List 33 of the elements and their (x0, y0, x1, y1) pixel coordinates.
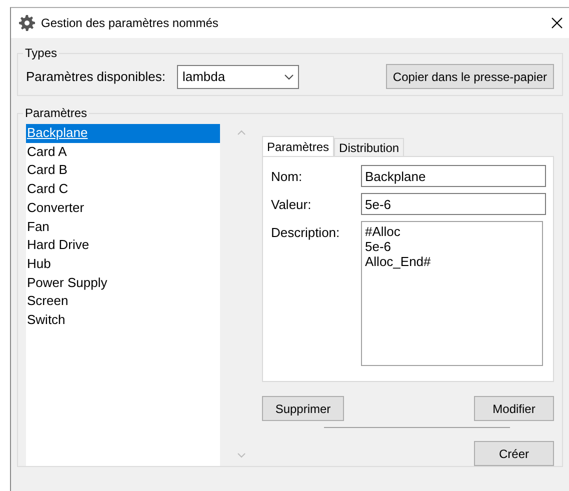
group-title: Types (24, 46, 58, 60)
modify-button[interactable]: Modifier (474, 396, 554, 422)
gear-icon (19, 15, 35, 31)
list-item[interactable]: Power Supply (26, 274, 220, 292)
group-title: Paramètres (24, 106, 88, 120)
list-item[interactable]: Fan (26, 218, 220, 236)
list-item[interactable]: Card B (26, 161, 220, 180)
chevron-icon (284, 74, 294, 80)
scroll-down-icon[interactable] (236, 453, 246, 458)
list-item[interactable]: Screen (26, 292, 220, 312)
close-icon[interactable] (551, 17, 563, 29)
delete-button[interactable]: Supprimer (262, 396, 344, 422)
list-item[interactable]: Card C (26, 180, 220, 199)
list-item[interactable]: Converter (26, 198, 220, 218)
scroll-up-icon[interactable] (236, 130, 246, 135)
list-item[interactable]: Backplane (26, 124, 220, 143)
list-item[interactable]: Switch (26, 311, 220, 330)
field-label: Nom: (271, 168, 304, 186)
type-dropdown[interactable]: lambda (177, 64, 300, 88)
copy-button[interactable]: Copier dans le presse-papier (386, 64, 554, 89)
description-field[interactable]: #Alloc 5e-6 Alloc_End# (361, 221, 543, 366)
list-item[interactable]: Hub (26, 254, 220, 274)
field-label: Valeur: (271, 196, 312, 214)
list-item[interactable]: Card A (26, 142, 220, 162)
tab[interactable]: Distribution (334, 138, 404, 156)
value-field[interactable]: 5e-6 (361, 193, 546, 215)
list-item[interactable]: Hard Drive (26, 236, 220, 255)
field-label: Paramètres disponibles: (26, 69, 166, 84)
window-title: Gestion des paramètres nommés (41, 16, 220, 30)
field-label: Description: (271, 224, 341, 242)
name-field[interactable]: Backplane (361, 165, 546, 187)
tab[interactable]: Paramètres (262, 136, 334, 156)
create-button[interactable]: Créer (474, 441, 554, 466)
